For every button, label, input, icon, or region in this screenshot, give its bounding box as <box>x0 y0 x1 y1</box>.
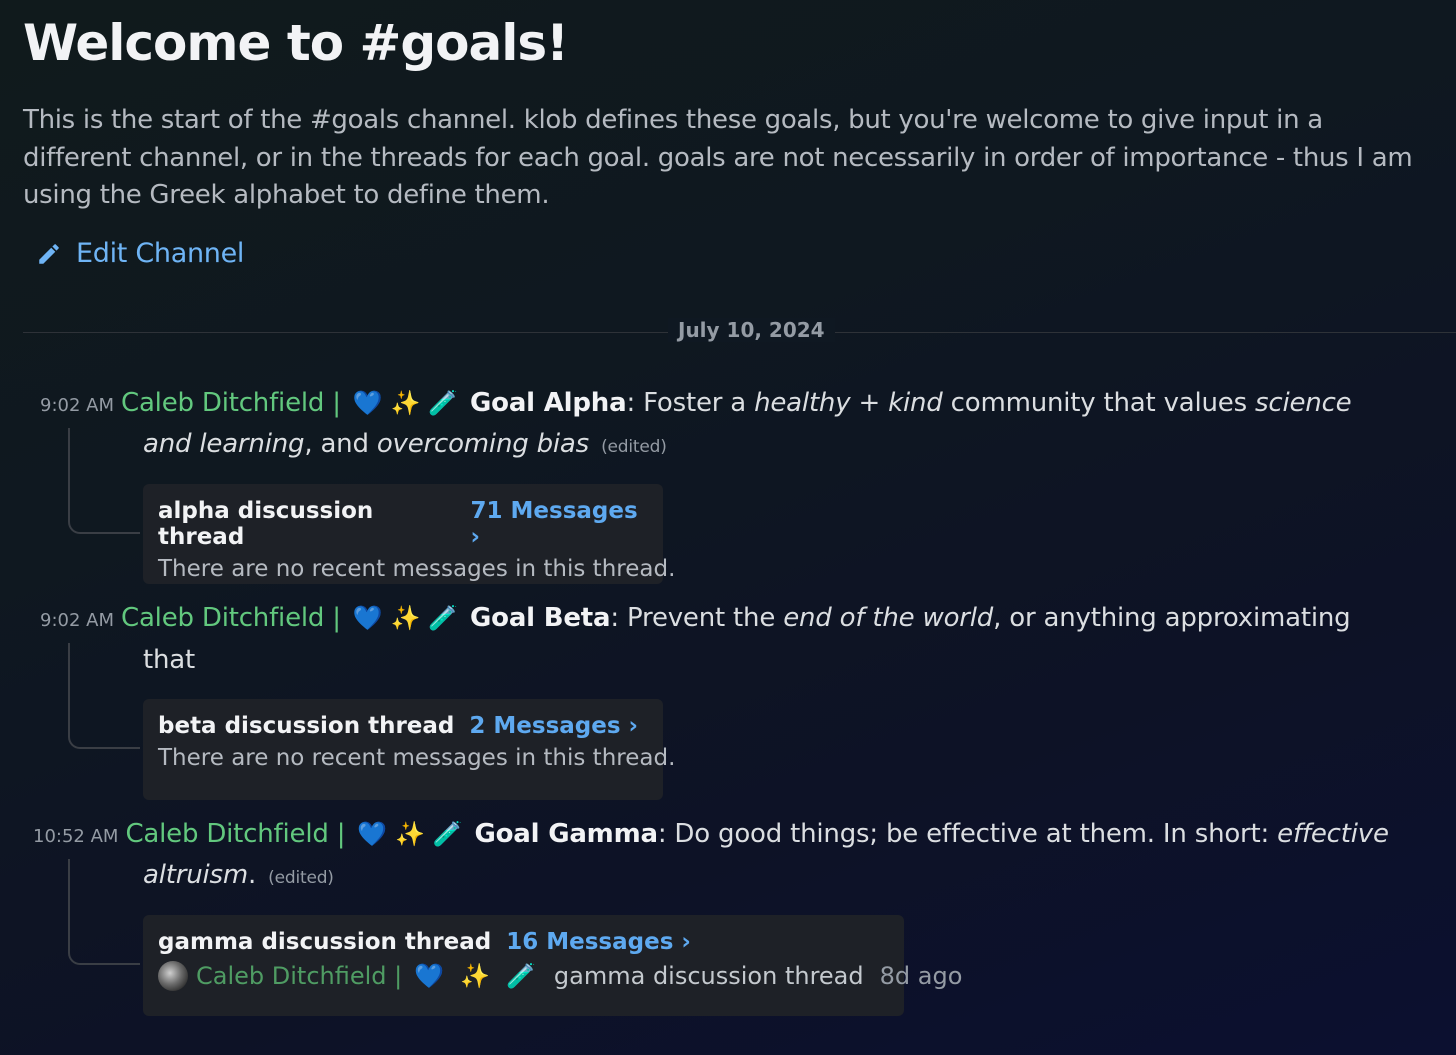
message-timestamp[interactable]: 9:02 AM <box>40 395 114 416</box>
thread-message-count[interactable]: 2 Messages › <box>469 713 638 739</box>
message-continuation-line: that <box>143 640 195 681</box>
thread-header: gamma discussion thread 16 Messages › <box>158 929 889 955</box>
test-tube-icon: 🧪 <box>428 389 458 417</box>
recent-author-name: Caleb Ditchfield | <box>196 962 403 990</box>
sparkles-icon: ✨ <box>390 389 421 417</box>
recent-message-time: 8d ago <box>879 962 963 990</box>
message-emphasis: science <box>1255 388 1352 418</box>
author-name[interactable]: Caleb Ditchfield | <box>121 388 341 418</box>
message-timestamp[interactable]: 9:02 AM <box>40 610 114 631</box>
sparkles-icon: ✨ <box>390 604 421 632</box>
message-header-line: 9:02 AM Caleb Ditchfield | 💙 ✨ 🧪 Goal Beta:… <box>40 598 1351 641</box>
message-timestamp[interactable]: 10:52 AM <box>33 826 118 847</box>
thread-header: alpha discussion thread 71 Messages › <box>158 498 648 550</box>
message-header-line: 9:02 AM Caleb Ditchfield | 💙 ✨ 🧪 Goal Alpha… <box>40 383 1352 426</box>
sparkles-icon: ✨ <box>460 962 491 990</box>
thread-preview: There are no recent messages in this thr… <box>158 745 676 771</box>
blue-heart-icon: 💙 <box>357 820 388 848</box>
edited-marker: (edited) <box>601 437 667 457</box>
recent-message-text: gamma discussion thread <box>553 962 864 990</box>
author-name[interactable]: Caleb Ditchfield | <box>125 819 345 849</box>
message-text: that <box>143 645 195 675</box>
edited-marker: (edited) <box>268 868 334 888</box>
test-tube-icon: 🧪 <box>428 604 458 632</box>
test-tube-icon: 🧪 <box>432 820 463 848</box>
sparkles-icon: ✨ <box>395 820 425 848</box>
message-text: : Prevent the <box>610 603 784 633</box>
thread-name[interactable]: gamma discussion thread <box>158 929 491 955</box>
blue-heart-icon: 💙 <box>414 962 445 990</box>
pencil-icon <box>39 243 59 264</box>
message-text: : Foster a <box>626 388 755 418</box>
thread-recent-message[interactable]: Caleb Ditchfield | 💙 ✨ 🧪 gamma discussion … <box>158 961 962 991</box>
message-text: , and <box>304 429 377 459</box>
thread-header: beta discussion thread 2 Messages › <box>158 713 648 739</box>
thread-connector <box>68 428 140 534</box>
message-emphasis: effective <box>1277 819 1389 849</box>
goal-name: Goal Alpha <box>470 388 627 418</box>
channel-description: This is the start of the #goals channel.… <box>23 105 1413 210</box>
message-header-line: 10:52 AM Caleb Ditchfield | 💙 ✨ 🧪 Goal Gamm… <box>33 814 1389 857</box>
test-tube-icon: 🧪 <box>506 962 536 990</box>
message-emphasis: and learning <box>143 429 305 459</box>
blue-heart-icon: 💙 <box>352 604 383 632</box>
thread-message-count[interactable]: 16 Messages › <box>506 929 691 955</box>
thread-connector <box>68 859 140 965</box>
date-divider-label: July 10, 2024 <box>668 318 835 342</box>
thread-name[interactable]: beta discussion thread <box>158 713 454 739</box>
message-text: . <box>248 860 257 890</box>
message-emphasis: altruism <box>143 860 249 890</box>
thread-card-beta[interactable]: beta discussion thread 2 Messages › Ther… <box>143 699 676 800</box>
thread-card-alpha[interactable]: alpha discussion thread 71 Messages › Th… <box>143 484 676 584</box>
author-name[interactable]: Caleb Ditchfield | <box>121 603 341 633</box>
thread-preview: There are no recent messages in this thr… <box>158 556 676 582</box>
avatar <box>158 961 188 991</box>
thread-card-gamma[interactable]: gamma discussion thread 16 Messages › Ca… <box>143 915 962 1016</box>
blue-heart-icon: 💙 <box>352 389 383 417</box>
message-emphasis: overcoming bias <box>376 429 590 459</box>
thread-connector <box>68 643 140 749</box>
channel-welcome-title: Welcome to #goals! <box>23 14 569 72</box>
thread-name[interactable]: alpha discussion thread <box>158 498 456 550</box>
edit-channel-label: Edit Channel <box>76 238 245 269</box>
thread-message-count[interactable]: 71 Messages › <box>471 498 648 550</box>
message-continuation-line: and learning, and overcoming bias (edite… <box>143 424 667 468</box>
message-text: community that values <box>942 388 1256 418</box>
message-emphasis: end of the world <box>783 603 994 633</box>
message-emphasis: healthy + kind <box>754 388 943 418</box>
goal-name: Goal Gamma <box>474 819 658 849</box>
goal-name: Goal Beta <box>470 603 611 633</box>
message-text: : Do good things; be effective at them. … <box>657 819 1278 849</box>
edit-channel-button[interactable]: Edit Channel <box>36 238 244 269</box>
message-continuation-line: altruism. (edited) <box>143 855 334 899</box>
message-text: , or anything approximating <box>993 603 1351 633</box>
